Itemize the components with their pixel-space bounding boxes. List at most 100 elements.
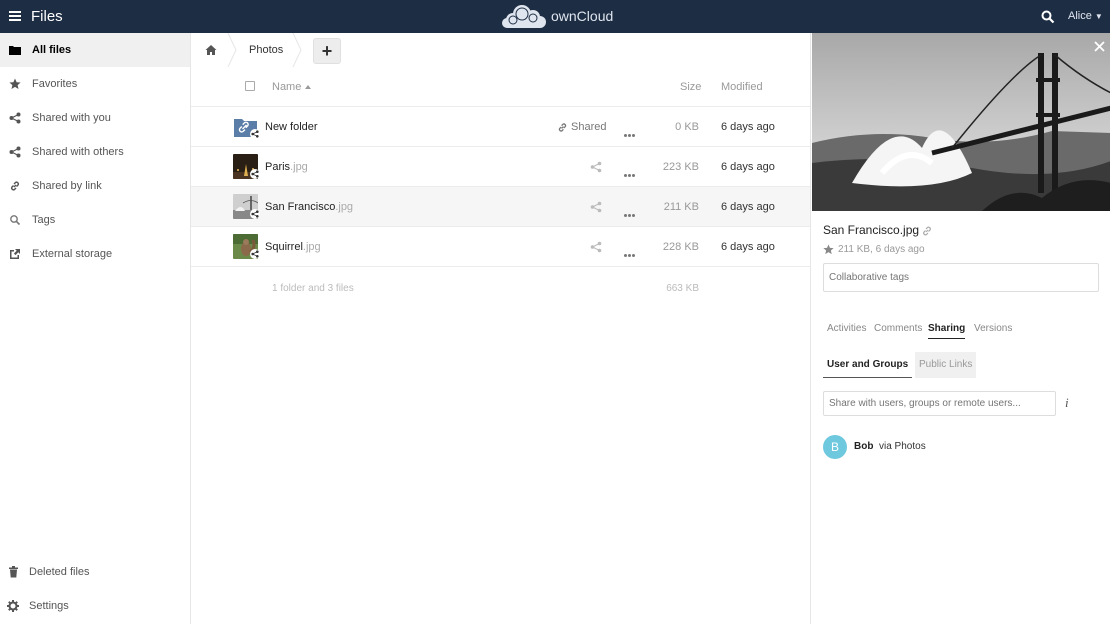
- subtab-user-and-groups[interactable]: User and Groups: [823, 352, 913, 378]
- tab-sharing[interactable]: Sharing: [928, 323, 966, 339]
- details-sidebar: San Francisco.jpg 211 KB, 6 days ago Act…: [810, 33, 1110, 624]
- brand-name: ownCloud: [551, 8, 614, 24]
- new-file-button[interactable]: +: [313, 38, 341, 64]
- close-icon[interactable]: [1094, 40, 1105, 52]
- top-header: Files ownCloud Alice ▼: [0, 0, 1110, 33]
- sidebar-item-label: Settings: [29, 600, 69, 612]
- link-icon: [9, 180, 21, 192]
- sharee-name: Bob: [854, 441, 874, 452]
- user-name: Alice: [1068, 10, 1092, 22]
- sidebar-item-shared-by-link[interactable]: Shared by link: [0, 169, 190, 203]
- table-row[interactable]: Paris.jpg 223 KB 6 days ago: [191, 147, 810, 187]
- image-preview: [812, 33, 1110, 211]
- avatar: B: [823, 435, 847, 459]
- more-actions-icon[interactable]: [624, 125, 636, 137]
- breadcrumb-separator-icon: [227, 33, 237, 67]
- sidebar-item-favorites[interactable]: Favorites: [0, 67, 190, 101]
- more-actions-icon[interactable]: [624, 245, 636, 257]
- file-name[interactable]: San Francisco.jpg: [265, 201, 353, 213]
- tab-activities[interactable]: Activities: [827, 323, 866, 338]
- file-list-header: Name Size Modified: [191, 67, 810, 107]
- sidebar-item-label: Shared by link: [32, 180, 102, 192]
- more-actions-icon[interactable]: [624, 205, 636, 217]
- sidebar-item-label: Shared with you: [32, 112, 111, 124]
- external-link-icon: [9, 248, 21, 260]
- sharee-via: via Photos: [879, 441, 926, 452]
- file-size: 211 KB: [663, 201, 699, 213]
- sidebar-item-label: Favorites: [32, 78, 78, 90]
- shared-label: Shared: [571, 121, 607, 133]
- file-size: 0 KB: [675, 121, 699, 133]
- folder-icon: [9, 44, 21, 56]
- summary-text: 1 folder and 3 files: [272, 283, 354, 294]
- sidebar-item-external-storage[interactable]: External storage: [0, 237, 190, 271]
- sort-ascending-icon: [305, 85, 311, 89]
- tag-search-icon: [9, 214, 21, 226]
- column-name-header[interactable]: Name: [272, 81, 301, 93]
- share-with-input[interactable]: [823, 391, 1056, 416]
- user-menu[interactable]: Alice ▼: [1068, 10, 1103, 22]
- sidebar-item-settings[interactable]: Settings: [0, 589, 190, 623]
- app-title[interactable]: Files: [31, 8, 63, 25]
- table-row[interactable]: New folder Shared 0 KB 6 days ago: [191, 107, 810, 147]
- file-name[interactable]: Paris.jpg: [265, 161, 308, 173]
- share-action-icon[interactable]: [590, 241, 602, 253]
- subtab-public-links[interactable]: Public Links: [915, 352, 977, 378]
- gear-icon: [7, 600, 19, 612]
- share-badge-icon: [250, 169, 260, 179]
- select-all-checkbox[interactable]: [245, 81, 255, 91]
- sidebar-item-deleted-files[interactable]: Deleted files: [0, 555, 190, 589]
- table-row[interactable]: San Francisco.jpg 211 KB 6 days ago: [191, 187, 810, 227]
- more-actions-icon[interactable]: [624, 165, 636, 177]
- sharee-list-item: B Bob via Photos: [823, 435, 1099, 459]
- share-badge-icon: [250, 249, 260, 259]
- shared-link-action[interactable]: Shared: [557, 121, 606, 133]
- search-icon[interactable]: [1041, 10, 1055, 24]
- detail-meta: 211 KB, 6 days ago: [823, 244, 925, 255]
- column-size-header[interactable]: Size: [680, 81, 701, 93]
- sidebar-item-label: All files: [32, 44, 72, 56]
- caret-down-icon: ▼: [1094, 12, 1103, 21]
- owncloud-logo[interactable]: ownCloud: [500, 3, 620, 30]
- sidebar-item-shared-with-others[interactable]: Shared with others: [0, 135, 190, 169]
- share-badge-icon: [250, 129, 260, 139]
- sidebar-item-label: Tags: [32, 214, 56, 226]
- sidebar-item-label: Shared with others: [32, 146, 124, 158]
- share-badge-icon: [250, 209, 260, 219]
- file-modified: 6 days ago: [721, 121, 775, 133]
- star-icon[interactable]: [823, 244, 834, 255]
- summary-size: 663 KB: [666, 283, 699, 294]
- hamburger-menu-icon[interactable]: [9, 11, 21, 21]
- info-icon[interactable]: i: [1065, 395, 1069, 411]
- share-action-icon[interactable]: [590, 161, 602, 173]
- breadcrumb-separator-icon: [292, 33, 302, 67]
- breadcrumb-photos[interactable]: Photos: [249, 44, 283, 56]
- column-modified-header[interactable]: Modified: [721, 81, 763, 93]
- file-name[interactable]: Squirrel.jpg: [265, 241, 321, 253]
- home-icon[interactable]: [205, 44, 217, 56]
- tab-comments[interactable]: Comments: [874, 323, 922, 338]
- sidebar-item-tags[interactable]: Tags: [0, 203, 190, 237]
- cloud-logo-icon: [502, 5, 546, 28]
- permalink-icon[interactable]: [921, 225, 933, 237]
- share-action-icon[interactable]: [590, 201, 602, 213]
- file-modified: 6 days ago: [721, 241, 775, 253]
- file-modified: 6 days ago: [721, 201, 775, 213]
- share-icon: [9, 146, 21, 158]
- star-icon: [9, 78, 21, 90]
- file-list-area: Photos + Name Size Modified New folder S…: [191, 33, 810, 624]
- link-icon: [558, 122, 567, 132]
- file-list-summary: 1 folder and 3 files 663 KB: [191, 265, 810, 305]
- trash-icon: [7, 566, 19, 578]
- file-modified: 6 days ago: [721, 161, 775, 173]
- sidebar-item-all-files[interactable]: All files: [0, 33, 190, 67]
- table-row[interactable]: Squirrel.jpg 228 KB 6 days ago: [191, 227, 810, 267]
- sidebar-item-shared-with-you[interactable]: Shared with you: [0, 101, 190, 135]
- collaborative-tags-input[interactable]: [823, 263, 1099, 292]
- sidebar-item-label: Deleted files: [29, 566, 90, 578]
- sidebar-item-label: External storage: [32, 248, 113, 260]
- share-icon: [9, 112, 21, 124]
- file-name[interactable]: New folder: [265, 121, 318, 133]
- file-size: 223 KB: [662, 161, 699, 173]
- tab-versions[interactable]: Versions: [974, 323, 1012, 338]
